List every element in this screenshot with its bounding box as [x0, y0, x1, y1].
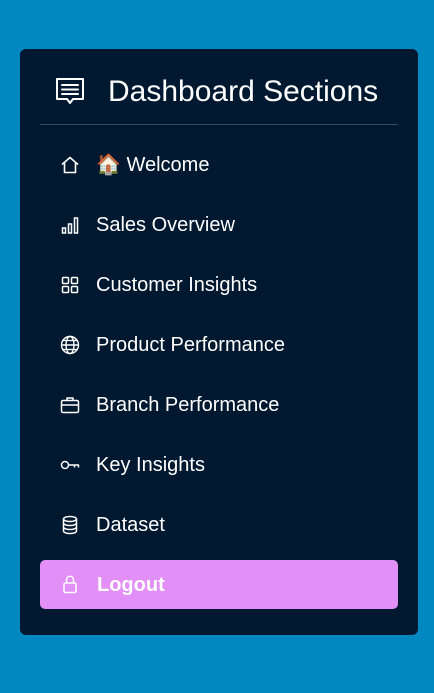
home-icon	[60, 155, 80, 175]
sidebar-item-branch-performance[interactable]: Branch Performance	[40, 380, 398, 430]
sidebar-item-label: Customer Insights	[96, 274, 258, 296]
sidebar-item-label: Dataset	[96, 514, 165, 536]
grid-icon	[60, 275, 80, 295]
sidebar-item-label: 🏠 Welcome	[96, 154, 210, 176]
logout-button[interactable]: Logout	[40, 560, 398, 609]
sidebar-panel: Dashboard Sections 🏠 Welcome Sales Overv…	[20, 49, 418, 635]
globe-icon	[60, 335, 80, 355]
sidebar-item-sales-overview[interactable]: Sales Overview	[40, 200, 398, 250]
lock-icon	[60, 574, 80, 594]
sidebar-item-product-performance[interactable]: Product Performance	[40, 320, 398, 370]
key-icon	[60, 455, 80, 475]
sidebar-header: Dashboard Sections	[40, 49, 398, 125]
sidebar-item-label: Product Performance	[96, 334, 285, 356]
logout-label: Logout	[97, 574, 165, 596]
bar-chart-icon	[60, 215, 80, 235]
database-icon	[60, 515, 80, 535]
sidebar-item-welcome[interactable]: 🏠 Welcome	[40, 140, 398, 190]
message-list-icon	[54, 76, 86, 108]
sidebar-item-customer-insights[interactable]: Customer Insights	[40, 260, 398, 310]
sidebar-item-dataset[interactable]: Dataset	[40, 500, 398, 550]
sidebar-item-key-insights[interactable]: Key Insights	[40, 440, 398, 490]
sidebar-title: Dashboard Sections	[108, 75, 379, 108]
sidebar-item-label: Sales Overview	[96, 214, 235, 236]
briefcase-icon	[60, 395, 80, 415]
sidebar-item-label: Key Insights	[96, 454, 205, 476]
sidebar-item-label: Branch Performance	[96, 394, 280, 416]
